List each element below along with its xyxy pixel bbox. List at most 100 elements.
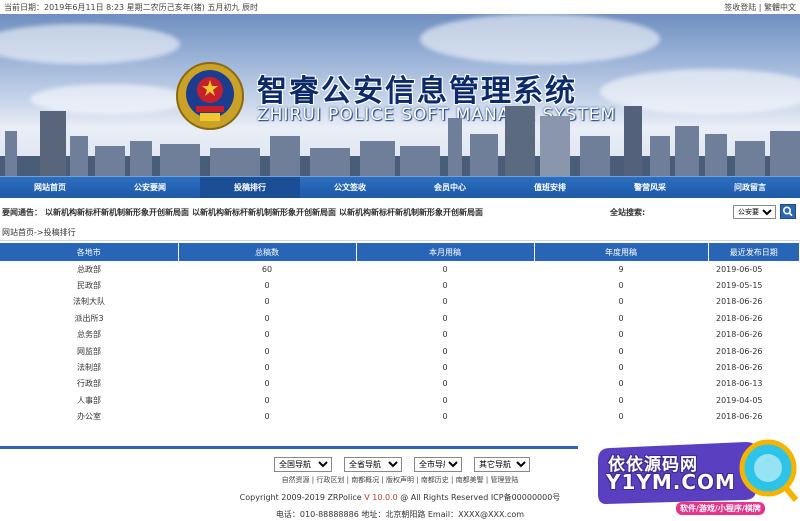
table-row: 总政部 60 0 9 2019-06-05 <box>0 261 800 277</box>
copyright-pre: Copyright 2009-2019 ZRPolice <box>239 493 362 502</box>
table-row: 网监部 0 0 0 2018-06-26 <box>0 343 800 359</box>
cell-month: 0 <box>442 281 448 291</box>
nav-police-news[interactable]: 公安要闻 <box>100 177 200 198</box>
breadcrumb-path[interactable]: 网站首页->投稿排行 <box>2 228 76 237</box>
footer-link[interactable]: 自然资源 <box>282 476 310 484</box>
nav-duty-schedule[interactable]: 值班安排 <box>500 177 600 198</box>
breadcrumb: 网站首页->投稿排行 <box>0 226 800 241</box>
national-nav-select[interactable]: 全国导航 <box>274 457 332 472</box>
admin-login-link[interactable]: 管理登陆 <box>490 476 518 484</box>
cell-last-date: 2019-05-15 <box>716 281 763 291</box>
col-header-month: 本月用稿 <box>356 243 535 261</box>
cell-region: 网监部 <box>77 346 101 356</box>
city-nav-select[interactable]: 全市导航 <box>414 457 462 472</box>
cell-year: 0 <box>618 379 624 389</box>
footer-divider <box>0 446 578 449</box>
cell-last-date: 2019-04-05 <box>716 395 763 405</box>
cell-total: 0 <box>264 395 270 405</box>
table-row: 民政部 0 0 0 2019-05-15 <box>0 277 800 293</box>
nav-member-center[interactable]: 会员中心 <box>400 177 500 198</box>
cell-region: 总务部 <box>77 330 101 340</box>
cell-region: 行政部 <box>77 379 101 389</box>
cell-year: 0 <box>618 395 624 405</box>
nav-police-style[interactable]: 警营风采 <box>600 177 700 198</box>
cell-last-date: 2018-06-26 <box>716 363 763 373</box>
cell-year: 0 <box>618 313 624 323</box>
cell-last-date: 2018-06-26 <box>716 330 763 340</box>
notice-bar: 要闻通告： 以新机构新标杆新机制新形象开创新局面 以新机构新标杆新机制新形象开创… <box>0 200 800 224</box>
notice-link[interactable]: 以新机构新标杆新机制新形象开创新局面 <box>45 207 189 218</box>
current-date: 当前日期：2019年6月11日 8:23 星期二农历己亥年(猪) 五月初九 辰时 <box>4 2 259 12</box>
cell-total: 0 <box>264 412 270 422</box>
cell-last-date: 2019-06-05 <box>716 264 763 274</box>
table-row: 派出所3 0 0 0 2018-06-26 <box>0 310 800 326</box>
cell-year: 0 <box>618 297 624 307</box>
cell-month: 0 <box>442 346 448 356</box>
col-header-last-date: 最近发布日期 <box>708 243 800 261</box>
footer-link[interactable]: 行政区划 <box>316 476 344 484</box>
search-icon <box>782 206 793 217</box>
cell-year: 0 <box>618 412 624 422</box>
footer-link[interactable]: 南都美警 <box>456 476 484 484</box>
cell-year: 0 <box>618 330 624 340</box>
cell-year: 0 <box>618 363 624 373</box>
cell-last-date: 2018-06-13 <box>716 379 763 389</box>
cell-last-date: 2018-06-26 <box>716 412 763 422</box>
nav-messages[interactable]: 问政留言 <box>700 177 800 198</box>
cell-month: 0 <box>442 412 448 422</box>
watermark-logo: 依依源码网 Y1YM.COM 软件/游戏/小程序/棋牌 <box>596 430 800 521</box>
table-row: 人事部 0 0 0 2019-04-05 <box>0 392 800 408</box>
cell-month: 0 <box>442 330 448 340</box>
cell-region: 人事部 <box>77 395 101 405</box>
cell-month: 0 <box>442 297 448 307</box>
cell-region: 法制大队 <box>73 297 105 307</box>
nav-submission-ranking[interactable]: 投稿排行 <box>200 177 300 198</box>
footer-link[interactable]: 版权声明 <box>386 476 414 484</box>
cell-total: 0 <box>264 313 270 323</box>
cell-year: 0 <box>618 281 624 291</box>
footer-nav-selects: 全国导航 全省导航 全市导航 其它导航 <box>274 457 530 472</box>
version-number: V 10.0.0 <box>364 493 398 502</box>
cell-year: 0 <box>618 346 624 356</box>
cell-last-date: 2018-06-26 <box>716 297 763 307</box>
cell-total: 0 <box>264 379 270 389</box>
cell-total: 0 <box>264 281 270 291</box>
cell-month: 0 <box>442 264 448 274</box>
cell-region: 办公室 <box>77 412 101 422</box>
table-header-row: 各地市 总稿数 本月用稿 年度用稿 最近发布日期 <box>0 243 800 261</box>
watermark-text-domain: Y1YM.COM <box>606 470 736 494</box>
table-row: 行政部 0 0 0 2018-06-13 <box>0 376 800 392</box>
col-header-year: 年度用稿 <box>534 243 709 261</box>
cell-last-date: 2018-06-26 <box>716 313 763 323</box>
table-row: 法制大队 0 0 0 2018-06-26 <box>0 294 800 310</box>
footer-link[interactable]: 南都历史 <box>421 476 449 484</box>
site-search-label: 全站搜索: <box>610 207 646 217</box>
search-button[interactable] <box>780 204 796 219</box>
nav-home[interactable]: 网站首页 <box>0 177 100 198</box>
cell-total: 0 <box>264 297 270 307</box>
cell-region: 派出所3 <box>74 313 104 323</box>
other-nav-select[interactable]: 其它导航 <box>474 457 530 472</box>
traditional-chinese-link[interactable]: 繁體中文 <box>764 3 796 12</box>
notice-link[interactable]: 以新机构新标杆新机制新形象开创新局面 <box>339 207 483 218</box>
site-title: 智睿公安信息管理系统 <box>257 74 577 109</box>
copyright-post: @ All Rights Reserved ICP备00000000号 <box>400 493 561 502</box>
notice-link[interactable]: 以新机构新标杆新机制新形象开创新局面 <box>192 207 336 218</box>
cell-total: 0 <box>264 346 270 356</box>
site-banner: 智睿公安信息管理系统 ZHIRUI POLICE SOFT MANAGE SYS… <box>0 14 800 176</box>
cell-total: 0 <box>264 330 270 340</box>
cell-total: 0 <box>264 363 270 373</box>
watermark-tagline: 软件/游戏/小程序/棋牌 <box>676 502 765 515</box>
footer-link[interactable]: 南都概况 <box>351 476 379 484</box>
province-nav-select[interactable]: 全省导航 <box>344 457 402 472</box>
cell-year: 9 <box>618 264 624 274</box>
search-category-select[interactable]: 公安要闻 <box>733 205 776 219</box>
table-row: 法制部 0 0 0 2018-06-26 <box>0 359 800 375</box>
table-row: 总务部 0 0 0 2018-06-26 <box>0 327 800 343</box>
sign-in-link[interactable]: 签收登陆 <box>724 3 756 12</box>
nav-document-receipt[interactable]: 公文签收 <box>300 177 400 198</box>
top-bar: 当前日期：2019年6月11日 8:23 星期二农历己亥年(猪) 五月初九 辰时… <box>0 0 800 14</box>
notice-label: 要闻通告： <box>2 207 42 217</box>
top-links: 签收登陆 | 繁體中文 <box>724 2 796 12</box>
cloud <box>420 14 660 64</box>
